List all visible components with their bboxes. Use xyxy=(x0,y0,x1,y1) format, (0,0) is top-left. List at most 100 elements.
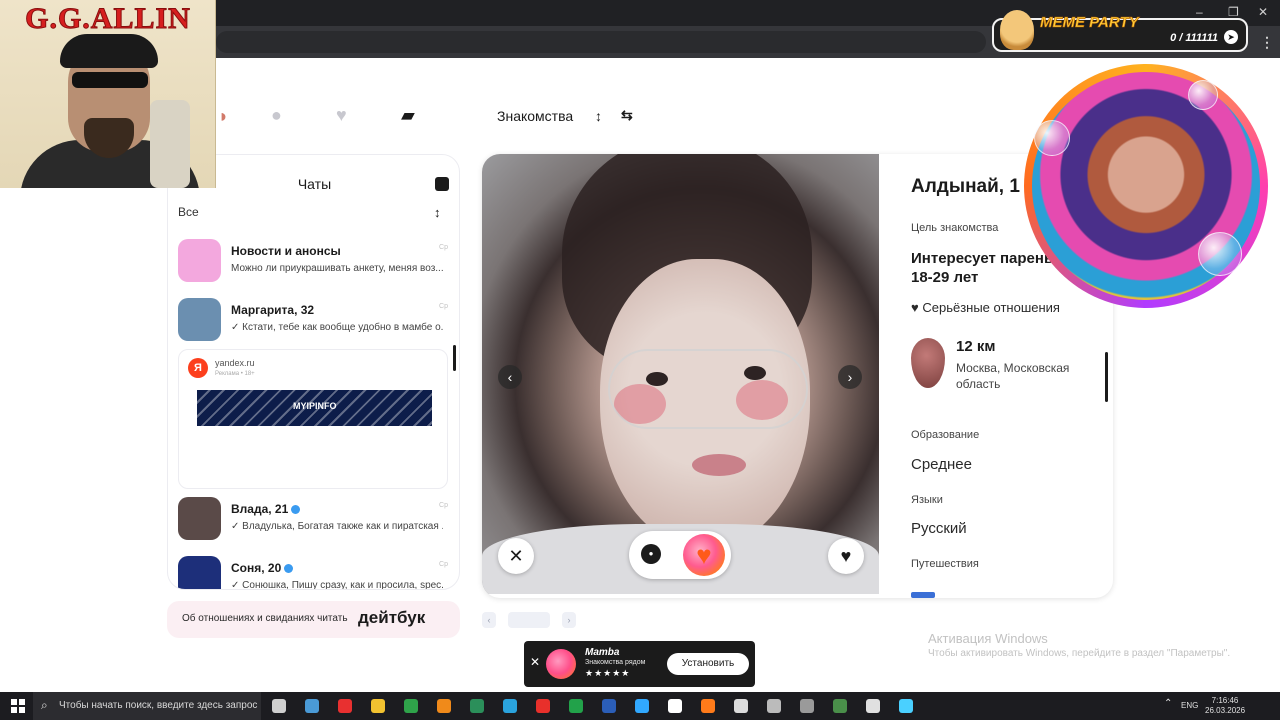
taskbar-search-placeholder: Чтобы начать поиск, введите здесь запрос xyxy=(59,700,258,711)
tray-expand-icon[interactable]: ⌃ xyxy=(1164,698,1172,709)
education-label: Образование xyxy=(911,429,980,441)
taskbar-app-icon[interactable] xyxy=(470,699,484,713)
yandex-logo-icon: Я xyxy=(188,358,208,378)
overlay-figure-cap xyxy=(60,34,158,68)
chat-preview: ✓ Кстати, тебе как вообще удобно в мамбе… xyxy=(231,322,443,333)
location: Москва, Московская область xyxy=(956,361,1070,391)
chat-time: Ср xyxy=(439,244,448,251)
chats-sort-icon[interactable]: ↕ xyxy=(434,205,441,220)
overlay-figure-scarf xyxy=(150,100,190,188)
languages-value: Русский xyxy=(911,520,967,537)
taskbar-app-icon[interactable] xyxy=(371,699,385,713)
goal-label: Цель знакомства xyxy=(911,222,999,234)
profile-photo[interactable]: ‹ › ✕ ● ♥ ♥ xyxy=(482,154,879,594)
hearts-icon[interactable]: ♥ xyxy=(336,105,347,126)
ad-card[interactable]: Я yandex.ru Реклама • 18+ MYIPINFO xyxy=(178,349,448,489)
chat-preview: ✓ Сонюшка, Пишу сразу, как и просила, sp… xyxy=(231,580,443,590)
profile-avatar-icon[interactable]: ◗ xyxy=(218,106,229,127)
taskbar-app-icon[interactable] xyxy=(305,699,319,713)
chat-time: Ср xyxy=(439,561,448,568)
profile-scrollbar[interactable] xyxy=(1105,352,1108,402)
windows-start-icon[interactable] xyxy=(11,699,25,713)
close-window-button[interactable]: ✕ xyxy=(1258,5,1268,19)
verified-icon xyxy=(291,505,301,514)
pager-indicator xyxy=(508,612,550,628)
chats-scrollbar[interactable] xyxy=(453,345,456,371)
input-language[interactable]: ENG xyxy=(1181,701,1198,710)
like-button[interactable]: ♥ xyxy=(828,538,864,574)
taskbar-app-icon[interactable] xyxy=(404,699,418,713)
gg-allin-overlay: G.G.ALLIN xyxy=(0,0,216,188)
location-pin-icon xyxy=(911,338,945,388)
ad-banner[interactable]: MYIPINFO xyxy=(197,390,432,426)
install-button[interactable]: Установить xyxy=(667,653,749,675)
cards-icon[interactable]: ▰ xyxy=(401,105,415,126)
photo-glasses xyxy=(608,349,808,429)
chat-list-item[interactable]: Соня, 20 Ср ✓ Сонюшка, Пишу сразу, как и… xyxy=(178,556,448,590)
mamba-rating-stars: ★★★★★ xyxy=(585,668,631,678)
chat-avatar xyxy=(178,239,221,282)
pager-next-button[interactable]: › xyxy=(562,612,576,628)
dislike-button[interactable]: ✕ xyxy=(498,538,534,574)
taskbar-app-icon[interactable] xyxy=(272,699,286,713)
taskbar-app-icon[interactable] xyxy=(338,699,352,713)
chat-list-item[interactable]: Влада, 21 Ср ✓ Владулька, Богатая также … xyxy=(178,497,448,547)
overlay-banner-title: G.G.ALLIN xyxy=(25,2,191,36)
search-icon[interactable]: ● xyxy=(271,105,282,126)
close-icon[interactable]: ✕ xyxy=(530,655,540,669)
photo-lips xyxy=(692,454,746,476)
distance: 12 км xyxy=(956,338,996,355)
ad-label: Реклама • 18+ xyxy=(215,371,255,377)
chat-name-text: Соня, 20 xyxy=(231,561,282,575)
relationship-type: ♥ Серьёзные отношения xyxy=(911,300,1060,315)
taskbar-app-icon[interactable] xyxy=(602,699,616,713)
bubble-decoration xyxy=(1188,80,1218,110)
taskbar-app-icon[interactable] xyxy=(503,699,517,713)
relationship-text: Серьёзные отношения xyxy=(922,300,1060,315)
taskbar-app-icon[interactable] xyxy=(701,699,715,713)
profile-name: Алдынай, 1 xyxy=(911,176,1020,197)
taskbar-app-icon[interactable] xyxy=(635,699,649,713)
browser-menu-icon[interactable]: ⋮ xyxy=(1260,34,1274,51)
windows-activation-subtitle: Чтобы активировать Windows, перейдите в … xyxy=(928,648,1231,659)
filter-icon[interactable]: ↕ xyxy=(595,108,602,124)
compose-icon[interactable] xyxy=(435,177,449,191)
profile-card: ‹ › ✕ ● ♥ ♥ Алдынай, 1 Цель знакомства И… xyxy=(482,154,1113,598)
photo-prev-button[interactable]: ‹ xyxy=(498,365,522,389)
taskbar-search[interactable]: ⌕ Чтобы начать поиск, введите здесь запр… xyxy=(33,692,261,720)
chat-time: Ср xyxy=(439,502,448,509)
message-icon[interactable]: ● xyxy=(641,544,661,564)
swap-icon[interactable]: ⇆ xyxy=(621,107,633,124)
taskbar-app-icon[interactable] xyxy=(800,699,814,713)
tray-clock[interactable]: 7:16:46 26.03.2026 xyxy=(1205,696,1245,716)
pager-prev-button[interactable]: ‹ xyxy=(482,612,496,628)
chats-filter-all[interactable]: Все xyxy=(178,205,199,219)
taskbar-app-icon[interactable] xyxy=(767,699,781,713)
chat-avatar xyxy=(178,298,221,341)
dating-book-banner[interactable]: Об отношениях и свиданиях читать дейтбук xyxy=(167,601,460,638)
chat-name: Новости и анонсы xyxy=(231,244,341,258)
taskbar-app-icon[interactable] xyxy=(437,699,451,713)
taskbar-app-icon[interactable] xyxy=(734,699,748,713)
photo-next-button[interactable]: › xyxy=(838,365,862,389)
taskbar-app-icon[interactable] xyxy=(866,699,880,713)
taskbar-app-icon[interactable] xyxy=(536,699,550,713)
chat-avatar xyxy=(178,556,221,589)
taskbar-app-icon[interactable] xyxy=(833,699,847,713)
address-bar[interactable] xyxy=(216,31,986,53)
minimize-button[interactable]: – xyxy=(1196,5,1203,19)
chat-preview: ✓ Владулька, Богатая также как и пиратск… xyxy=(231,521,443,532)
section-title[interactable]: Знакомства xyxy=(497,108,573,124)
verified-icon xyxy=(284,564,294,573)
mamba-app-name: Mamba xyxy=(585,647,620,658)
taskbar-app-icon[interactable] xyxy=(569,699,583,713)
chat-list-item[interactable]: Новости и анонсы Ср Можно ли приукрашива… xyxy=(178,239,448,289)
maximize-button[interactable]: ❐ xyxy=(1228,5,1239,19)
bubble-decoration xyxy=(1034,120,1070,156)
superlike-button[interactable]: ♥ xyxy=(683,534,725,576)
chat-list-item[interactable]: Маргарита, 32 Ср ✓ Кстати, тебе как вооб… xyxy=(178,298,448,348)
bubble-decoration xyxy=(1198,232,1242,276)
chat-name: Соня, 20 xyxy=(231,561,294,575)
taskbar-app-icon[interactable] xyxy=(899,699,913,713)
taskbar-app-icon[interactable] xyxy=(668,699,682,713)
